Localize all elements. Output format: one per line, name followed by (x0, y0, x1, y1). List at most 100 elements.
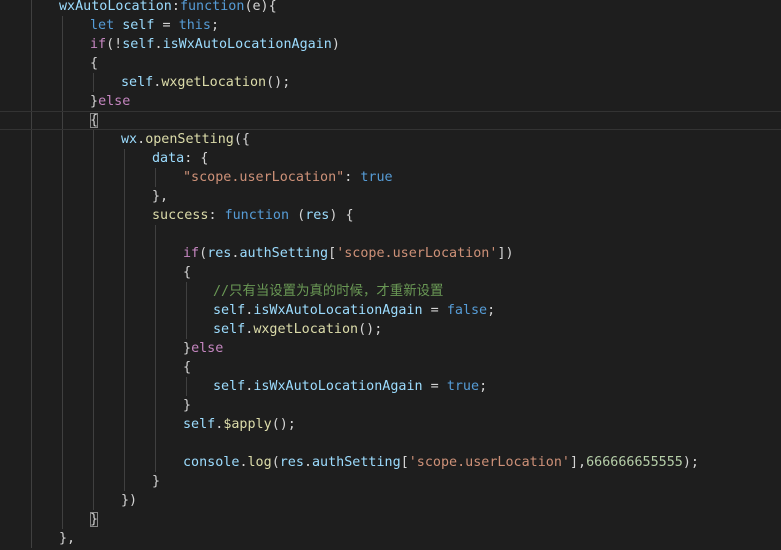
code-token: function (224, 208, 290, 223)
code-token: } (183, 398, 192, 413)
code-token: 666666655555 (586, 455, 683, 470)
code-token: data (152, 151, 185, 166)
code-token: } (183, 341, 192, 356)
code-token: . (303, 455, 312, 470)
code-token: } (152, 474, 161, 489)
code-token: . (137, 132, 146, 147)
code-token: wx (121, 132, 138, 147)
code-token: self (122, 18, 155, 33)
code-line[interactable]: self.wxgetLocation(); (0, 73, 781, 92)
code-token: true (446, 379, 480, 394)
code-token: . (154, 37, 163, 52)
code-token: isWxAutoLocationAgain (253, 379, 423, 394)
code-token: ], (570, 455, 587, 470)
code-line[interactable]: self.isWxAutoLocationAgain = true; (0, 377, 781, 396)
code-token: isWxAutoLocationAgain (253, 303, 423, 318)
code-token: 'scope.userLocation' (336, 246, 498, 261)
code-line[interactable]: wx.openSetting({ (0, 130, 781, 149)
code-token: self (213, 379, 246, 394)
code-line[interactable]: { (0, 358, 781, 377)
code-token: res (207, 246, 232, 261)
code-token: (); (271, 417, 296, 432)
code-token: this (178, 18, 211, 33)
code-token: $apply (223, 417, 272, 432)
code-line[interactable]: } (0, 510, 781, 529)
code-token: res (305, 208, 330, 223)
code-line[interactable] (0, 225, 781, 244)
code-line[interactable]: }, (0, 529, 781, 548)
code-token: self (213, 303, 246, 318)
code-token: authSetting (312, 455, 401, 470)
code-token: }, (59, 531, 76, 546)
code-line[interactable]: //只有当设置为真的时候，才重新设置 (0, 282, 781, 301)
code-token: isWxAutoLocationAgain (162, 37, 332, 52)
code-token: log (247, 455, 272, 470)
code-line[interactable]: let self = this; (0, 16, 781, 35)
code-line[interactable]: }else (0, 339, 781, 358)
code-token: //只有当设置为真的时候，才重新设置 (213, 284, 444, 299)
code-line[interactable]: console.log(res.authSetting['scope.userL… (0, 453, 781, 472)
code-token: . (239, 455, 248, 470)
code-token: "scope.userLocation" (183, 170, 345, 185)
code-token: ( (289, 208, 306, 223)
matched-brace: } (90, 512, 99, 527)
code-line[interactable]: }, (0, 187, 781, 206)
code-token: ) (331, 37, 340, 52)
code-token: (); (266, 75, 291, 90)
code-token: ; (479, 379, 488, 394)
code-token: }, (152, 189, 169, 204)
code-token: 'scope.userLocation' (408, 455, 570, 470)
code-line[interactable]: success: function (res) { (0, 206, 781, 225)
code-token: function (179, 0, 245, 14)
code-line[interactable]: self.isWxAutoLocationAgain = false; (0, 301, 781, 320)
code-editor[interactable]: wxAutoLocation:function(e){let self = th… (0, 0, 781, 550)
code-token: [ (328, 246, 337, 261)
code-token: let (90, 18, 115, 33)
code-token: if (183, 246, 200, 261)
code-token: self (213, 322, 246, 337)
code-token: = (422, 303, 447, 318)
code-line[interactable]: { (0, 54, 781, 73)
code-token: if (90, 37, 107, 52)
current-line[interactable]: { (0, 111, 781, 130)
code-token: ( (199, 246, 208, 261)
code-token: wxgetLocation (253, 322, 359, 337)
code-line[interactable]: wxAutoLocation:function(e){ (0, 0, 781, 16)
code-line[interactable]: }) (0, 491, 781, 510)
code-token: ; (487, 303, 496, 318)
code-token: ({ (233, 132, 250, 147)
code-line[interactable]: if(res.authSetting['scope.userLocation']… (0, 244, 781, 263)
code-token: : (344, 170, 361, 185)
code-token: }) (121, 493, 138, 508)
code-token: ]) (497, 246, 514, 261)
code-token: wxAutoLocation (59, 0, 172, 14)
matched-brace: { (90, 113, 99, 128)
code-token: ) { (329, 208, 354, 223)
code-token: (e){ (244, 0, 277, 14)
code-token: success (152, 208, 209, 223)
code-line[interactable]: data: { (0, 149, 781, 168)
code-token: : (171, 0, 180, 14)
code-token: true (360, 170, 393, 185)
code-line[interactable]: } (0, 472, 781, 491)
code-token: = (422, 379, 447, 394)
code-token: (); (358, 322, 383, 337)
code-line[interactable]: }else (0, 92, 781, 111)
code-line[interactable]: self.wxgetLocation(); (0, 320, 781, 339)
code-token: } (90, 94, 99, 109)
code-token: { (90, 56, 99, 71)
code-line[interactable]: if(!self.isWxAutoLocationAgain) (0, 35, 781, 54)
code-line[interactable]: } (0, 396, 781, 415)
code-token: : (208, 208, 225, 223)
code-token: else (191, 341, 224, 356)
code-line[interactable] (0, 434, 781, 453)
code-token: = (154, 18, 179, 33)
code-token: self (121, 75, 154, 90)
code-token: ; (210, 18, 219, 33)
code-token: ); (682, 455, 699, 470)
code-line[interactable]: self.$apply(); (0, 415, 781, 434)
code-token: self (122, 37, 155, 52)
code-line[interactable]: { (0, 263, 781, 282)
code-line[interactable]: "scope.userLocation": true (0, 168, 781, 187)
code-token: ( (271, 455, 280, 470)
